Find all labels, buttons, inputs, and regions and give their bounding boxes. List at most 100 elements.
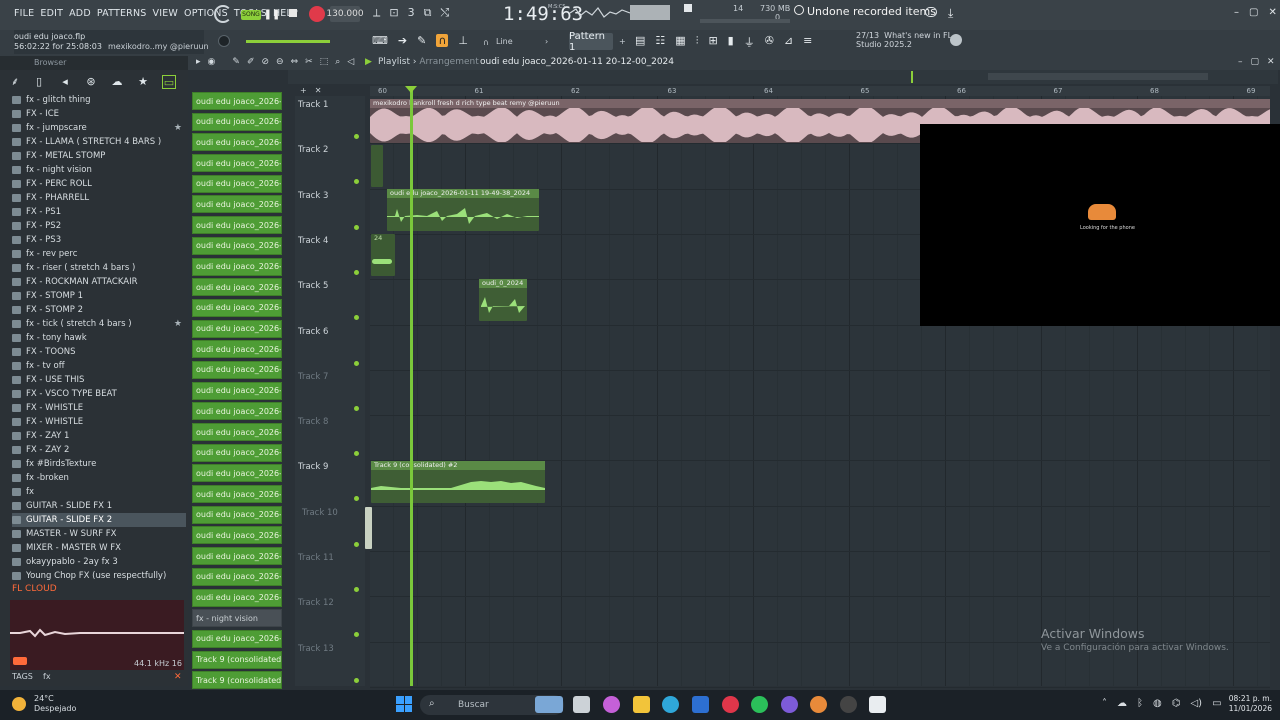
browser-item[interactable]: FX - TOONS: [12, 345, 186, 359]
browser-item[interactable]: FX - METAL STOMP: [12, 149, 186, 163]
pause-button[interactable]: ❚❚: [264, 7, 281, 21]
step-edit-icon[interactable]: ⧉: [424, 6, 432, 22]
draw-icon[interactable]: ✎: [232, 57, 240, 67]
track-label[interactable]: Track 8: [298, 417, 328, 427]
browser-item[interactable]: fx - rev perc: [12, 247, 186, 261]
browser-item[interactable]: FX - PS2: [12, 219, 186, 233]
tray-volume-icon[interactable]: ◁): [1190, 698, 1202, 709]
piano-roll-icon[interactable]: ▦: [675, 34, 685, 50]
menu-view[interactable]: VIEW: [153, 8, 179, 19]
mixer-icon[interactable]: ⫶: [696, 34, 699, 50]
track-label[interactable]: Track 6: [298, 327, 328, 337]
browser-item[interactable]: FX - STOMP 2: [12, 303, 186, 317]
track-label[interactable]: Track 12: [298, 598, 334, 608]
stop-button[interactable]: [289, 9, 297, 17]
arrow-right-icon[interactable]: ➔: [398, 34, 407, 47]
plugin-db-icon[interactable]: ⊛: [84, 75, 98, 89]
track-mute-dot[interactable]: [354, 134, 359, 139]
panic-icon[interactable]: [684, 4, 692, 12]
browser-item[interactable]: fx - glitch thing: [12, 93, 186, 107]
track-label[interactable]: Track 11: [298, 553, 334, 563]
minimize-icon[interactable]: –: [1234, 7, 1239, 18]
taskbar-highlight-icon[interactable]: [535, 696, 563, 713]
browser-item[interactable]: FX - PS1: [12, 205, 186, 219]
channel-button[interactable]: oudi edu joaco_2026-01...: [192, 257, 282, 276]
channel-button[interactable]: fx - night vision: [192, 609, 282, 628]
menu-icon[interactable]: ≡: [803, 34, 812, 50]
clear-tags-icon[interactable]: ✕: [174, 672, 182, 682]
edge-icon[interactable]: [662, 696, 679, 713]
playlist-mode[interactable]: Arrangement: [419, 57, 478, 67]
refresh-icon[interactable]: [214, 5, 232, 23]
playlist-record-icon[interactable]: ◉: [208, 57, 216, 67]
browser-item[interactable]: fx -broken: [12, 471, 186, 485]
browser-item[interactable]: fx - jumpscare ★: [12, 121, 186, 135]
channel-button[interactable]: oudi edu joaco_2026-01...: [192, 133, 282, 152]
track-label[interactable]: Track 5: [298, 281, 328, 291]
playlist-minimize-icon[interactable]: –: [1238, 57, 1243, 67]
track-label[interactable]: Track 4: [298, 236, 328, 246]
playlist-close-icon[interactable]: ✕: [1267, 57, 1275, 67]
channel-button[interactable]: oudi edu joaco_2026-01...: [192, 464, 282, 483]
paint-icon[interactable]: ✐: [247, 57, 255, 67]
song-mode-toggle[interactable]: SONG: [241, 10, 261, 20]
channel-button[interactable]: oudi edu joaco_2026-01...: [192, 588, 282, 607]
track-mute-dot[interactable]: [354, 224, 359, 230]
clip-track10-stub[interactable]: [365, 507, 372, 549]
master-pitch-knob[interactable]: [218, 35, 230, 47]
collapse-tracks-icon[interactable]: ✕: [315, 86, 322, 95]
close-icon[interactable]: ✕: [1268, 7, 1276, 18]
blend-notes-icon[interactable]: ⤭: [440, 6, 449, 22]
browser-item[interactable]: fx - riser ( stretch 4 bars ): [12, 261, 186, 275]
playback-icon[interactable]: ◁: [347, 57, 354, 67]
browser-item[interactable]: FX - WHISTLE: [12, 415, 186, 429]
track-mute-dot[interactable]: [354, 360, 359, 366]
file-view-icon[interactable]: ▯: [32, 75, 46, 89]
browser-item[interactable]: FX - ZAY 1: [12, 429, 186, 443]
menu-patterns[interactable]: PATTERNS: [97, 8, 147, 19]
menu-edit[interactable]: EDIT: [40, 8, 63, 19]
browser-item[interactable]: fx - tony hawk: [12, 331, 186, 345]
stamp-icon[interactable]: ⊥: [458, 34, 468, 47]
playhead[interactable]: [410, 88, 413, 686]
tray-cloud-icon[interactable]: ☁: [1117, 698, 1127, 709]
copilot-icon[interactable]: [603, 696, 620, 713]
pattern-prev-icon[interactable]: ›: [545, 37, 548, 46]
download-icon[interactable]: ⤓: [948, 6, 953, 21]
browser-item[interactable]: FX - ICE: [12, 107, 186, 121]
clip-track2[interactable]: [371, 145, 383, 187]
tray-bluetooth-icon[interactable]: ᛒ: [1137, 698, 1143, 709]
pencil-icon[interactable]: ✎: [417, 34, 426, 47]
tempo-tap-icon[interactable]: ⊿: [784, 34, 793, 50]
browser-item[interactable]: FX - WHISTLE: [12, 401, 186, 415]
playlist-play-icon[interactable]: ▸: [196, 57, 201, 67]
metronome-icon[interactable]: ⟂: [373, 6, 380, 22]
discord-icon[interactable]: [781, 696, 798, 713]
track-label[interactable]: Track 1: [298, 100, 328, 110]
star-icon[interactable]: ★: [136, 75, 150, 89]
browser-item[interactable]: FX - LLAMA ( STRETCH 4 BARS ): [12, 135, 186, 149]
opera-icon[interactable]: [722, 696, 739, 713]
track-label[interactable]: Track 7: [298, 372, 328, 382]
channel-button[interactable]: oudi edu joaco_2026-01...: [192, 505, 282, 524]
channel-button[interactable]: oudi edu joaco_2026-01...: [192, 174, 282, 193]
channel-button[interactable]: oudi edu joaco_2026-01...: [192, 402, 282, 421]
channel-button[interactable]: oudi edu joaco_2026-01...: [192, 443, 282, 462]
record-button[interactable]: [309, 6, 325, 22]
browser-item[interactable]: fx - tick ( stretch 4 bars ) ★: [12, 317, 186, 331]
snap-value[interactable]: Line: [496, 37, 513, 46]
tray-app-icon[interactable]: ◍: [1153, 698, 1162, 709]
select-icon[interactable]: ⬚: [320, 57, 329, 67]
browser-item[interactable]: MIXER - MASTER W FX: [12, 541, 186, 555]
file-explorer-icon[interactable]: [633, 696, 650, 713]
track-label[interactable]: Track 13: [298, 644, 334, 654]
keyboard-icon[interactable]: ⌨: [372, 34, 388, 47]
channel-button[interactable]: oudi edu joaco_2026-01...: [192, 567, 282, 586]
channel-button[interactable]: oudi edu joaco_2026-01...: [192, 92, 282, 110]
browser-item[interactable]: FX - PERC ROLL: [12, 177, 186, 191]
obs-icon[interactable]: [840, 696, 857, 713]
add-track-icon[interactable]: +: [300, 86, 307, 95]
scroll-thumb[interactable]: [988, 73, 1208, 80]
collapse-icon[interactable]: ◂: [58, 75, 72, 89]
arrangement-name[interactable]: oudi edu joaco_2026-01-11 20-12-00_2024: [480, 57, 674, 67]
